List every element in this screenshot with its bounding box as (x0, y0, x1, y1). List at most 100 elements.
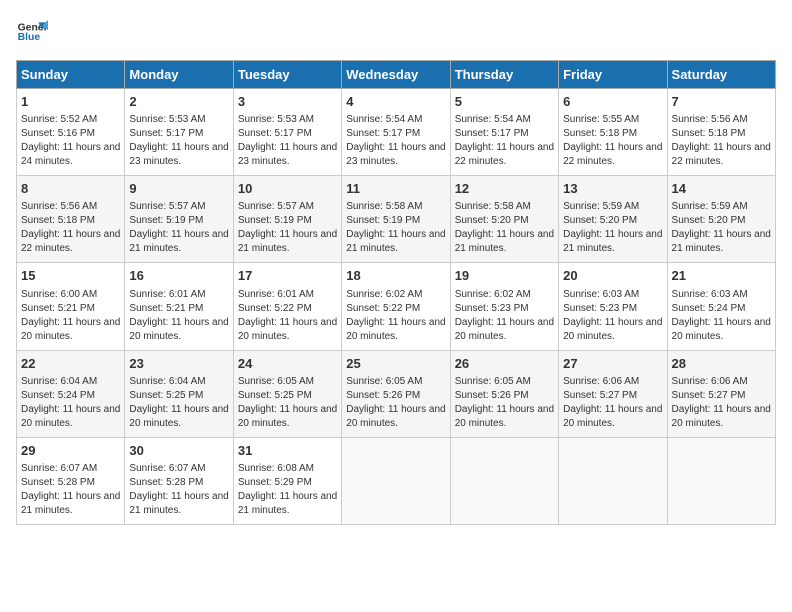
day-number: 13 (563, 180, 662, 198)
daylight-label: Daylight: 11 hours and 20 minutes. (455, 317, 554, 342)
daylight-label: Daylight: 11 hours and 20 minutes. (129, 404, 228, 429)
sunset-text: Sunset: 5:26 PM (346, 390, 420, 401)
sunset-text: Sunset: 5:18 PM (563, 128, 637, 139)
sunset-text: Sunset: 5:25 PM (129, 390, 203, 401)
sunset-text: Sunset: 5:27 PM (672, 390, 746, 401)
calendar-day-cell: 13 Sunrise: 5:59 AM Sunset: 5:20 PM Dayl… (559, 176, 667, 263)
day-number: 29 (21, 442, 120, 460)
calendar-day-cell: 20 Sunrise: 6:03 AM Sunset: 5:23 PM Dayl… (559, 263, 667, 350)
daylight-label: Daylight: 11 hours and 23 minutes. (238, 142, 337, 167)
sunrise-text: Sunrise: 5:53 AM (129, 114, 205, 125)
calendar-week-row: 1 Sunrise: 5:52 AM Sunset: 5:16 PM Dayli… (17, 89, 776, 176)
day-number: 11 (346, 180, 445, 198)
calendar-day-cell: 28 Sunrise: 6:06 AM Sunset: 5:27 PM Dayl… (667, 350, 775, 437)
sunrise-text: Sunrise: 5:54 AM (346, 114, 422, 125)
day-number: 23 (129, 355, 228, 373)
sunset-text: Sunset: 5:17 PM (455, 128, 529, 139)
calendar-day-cell: 7 Sunrise: 5:56 AM Sunset: 5:18 PM Dayli… (667, 89, 775, 176)
day-number: 9 (129, 180, 228, 198)
sunset-text: Sunset: 5:23 PM (563, 303, 637, 314)
sunrise-text: Sunrise: 6:04 AM (129, 376, 205, 387)
sunset-text: Sunset: 5:19 PM (129, 215, 203, 226)
sunset-text: Sunset: 5:17 PM (129, 128, 203, 139)
sunrise-text: Sunrise: 5:58 AM (455, 201, 531, 212)
calendar-day-cell: 5 Sunrise: 5:54 AM Sunset: 5:17 PM Dayli… (450, 89, 558, 176)
sunrise-text: Sunrise: 6:00 AM (21, 289, 97, 300)
calendar-week-row: 8 Sunrise: 5:56 AM Sunset: 5:18 PM Dayli… (17, 176, 776, 263)
day-number: 22 (21, 355, 120, 373)
page-header: General Blue (16, 16, 776, 48)
header-row: SundayMondayTuesdayWednesdayThursdayFrid… (17, 61, 776, 89)
day-number: 10 (238, 180, 337, 198)
logo: General Blue (16, 16, 48, 48)
calendar-day-cell: 2 Sunrise: 5:53 AM Sunset: 5:17 PM Dayli… (125, 89, 233, 176)
day-number: 21 (672, 267, 771, 285)
daylight-label: Daylight: 11 hours and 20 minutes. (129, 317, 228, 342)
day-number: 20 (563, 267, 662, 285)
day-number: 15 (21, 267, 120, 285)
day-number: 28 (672, 355, 771, 373)
daylight-label: Daylight: 11 hours and 23 minutes. (346, 142, 445, 167)
daylight-label: Daylight: 11 hours and 20 minutes. (238, 404, 337, 429)
day-number: 31 (238, 442, 337, 460)
sunrise-text: Sunrise: 6:02 AM (346, 289, 422, 300)
calendar-day-cell: 24 Sunrise: 6:05 AM Sunset: 5:25 PM Dayl… (233, 350, 341, 437)
calendar-day-cell (667, 437, 775, 524)
sunrise-text: Sunrise: 6:08 AM (238, 463, 314, 474)
daylight-label: Daylight: 11 hours and 23 minutes. (129, 142, 228, 167)
daylight-label: Daylight: 11 hours and 21 minutes. (238, 229, 337, 254)
weekday-header: Monday (125, 61, 233, 89)
calendar-day-cell (450, 437, 558, 524)
calendar-day-cell (559, 437, 667, 524)
daylight-label: Daylight: 11 hours and 20 minutes. (563, 404, 662, 429)
daylight-label: Daylight: 11 hours and 24 minutes. (21, 142, 120, 167)
daylight-label: Daylight: 11 hours and 21 minutes. (346, 229, 445, 254)
calendar-day-cell: 18 Sunrise: 6:02 AM Sunset: 5:22 PM Dayl… (342, 263, 450, 350)
calendar-day-cell: 14 Sunrise: 5:59 AM Sunset: 5:20 PM Dayl… (667, 176, 775, 263)
weekday-header: Saturday (667, 61, 775, 89)
calendar-day-cell: 9 Sunrise: 5:57 AM Sunset: 5:19 PM Dayli… (125, 176, 233, 263)
sunrise-text: Sunrise: 5:57 AM (129, 201, 205, 212)
sunset-text: Sunset: 5:28 PM (129, 477, 203, 488)
day-number: 19 (455, 267, 554, 285)
sunset-text: Sunset: 5:18 PM (672, 128, 746, 139)
calendar-day-cell: 22 Sunrise: 6:04 AM Sunset: 5:24 PM Dayl… (17, 350, 125, 437)
daylight-label: Daylight: 11 hours and 22 minutes. (563, 142, 662, 167)
day-number: 1 (21, 93, 120, 111)
sunrise-text: Sunrise: 6:03 AM (672, 289, 748, 300)
sunrise-text: Sunrise: 5:53 AM (238, 114, 314, 125)
sunset-text: Sunset: 5:29 PM (238, 477, 312, 488)
daylight-label: Daylight: 11 hours and 21 minutes. (129, 491, 228, 516)
sunset-text: Sunset: 5:24 PM (672, 303, 746, 314)
daylight-label: Daylight: 11 hours and 20 minutes. (455, 404, 554, 429)
calendar-day-cell: 15 Sunrise: 6:00 AM Sunset: 5:21 PM Dayl… (17, 263, 125, 350)
calendar-day-cell (342, 437, 450, 524)
svg-text:Blue: Blue (18, 32, 41, 43)
day-number: 26 (455, 355, 554, 373)
day-number: 4 (346, 93, 445, 111)
sunrise-text: Sunrise: 6:06 AM (563, 376, 639, 387)
sunrise-text: Sunrise: 6:05 AM (346, 376, 422, 387)
sunset-text: Sunset: 5:26 PM (455, 390, 529, 401)
sunset-text: Sunset: 5:21 PM (21, 303, 95, 314)
sunrise-text: Sunrise: 6:05 AM (238, 376, 314, 387)
day-number: 8 (21, 180, 120, 198)
sunset-text: Sunset: 5:16 PM (21, 128, 95, 139)
sunset-text: Sunset: 5:19 PM (346, 215, 420, 226)
daylight-label: Daylight: 11 hours and 20 minutes. (346, 317, 445, 342)
day-number: 18 (346, 267, 445, 285)
daylight-label: Daylight: 11 hours and 21 minutes. (563, 229, 662, 254)
calendar-day-cell: 31 Sunrise: 6:08 AM Sunset: 5:29 PM Dayl… (233, 437, 341, 524)
sunset-text: Sunset: 5:22 PM (238, 303, 312, 314)
daylight-label: Daylight: 11 hours and 22 minutes. (672, 142, 771, 167)
daylight-label: Daylight: 11 hours and 21 minutes. (21, 491, 120, 516)
calendar-day-cell: 26 Sunrise: 6:05 AM Sunset: 5:26 PM Dayl… (450, 350, 558, 437)
day-number: 14 (672, 180, 771, 198)
calendar-day-cell: 29 Sunrise: 6:07 AM Sunset: 5:28 PM Dayl… (17, 437, 125, 524)
sunrise-text: Sunrise: 6:03 AM (563, 289, 639, 300)
sunrise-text: Sunrise: 6:02 AM (455, 289, 531, 300)
sunset-text: Sunset: 5:22 PM (346, 303, 420, 314)
calendar-day-cell: 16 Sunrise: 6:01 AM Sunset: 5:21 PM Dayl… (125, 263, 233, 350)
daylight-label: Daylight: 11 hours and 20 minutes. (672, 317, 771, 342)
calendar-day-cell: 8 Sunrise: 5:56 AM Sunset: 5:18 PM Dayli… (17, 176, 125, 263)
